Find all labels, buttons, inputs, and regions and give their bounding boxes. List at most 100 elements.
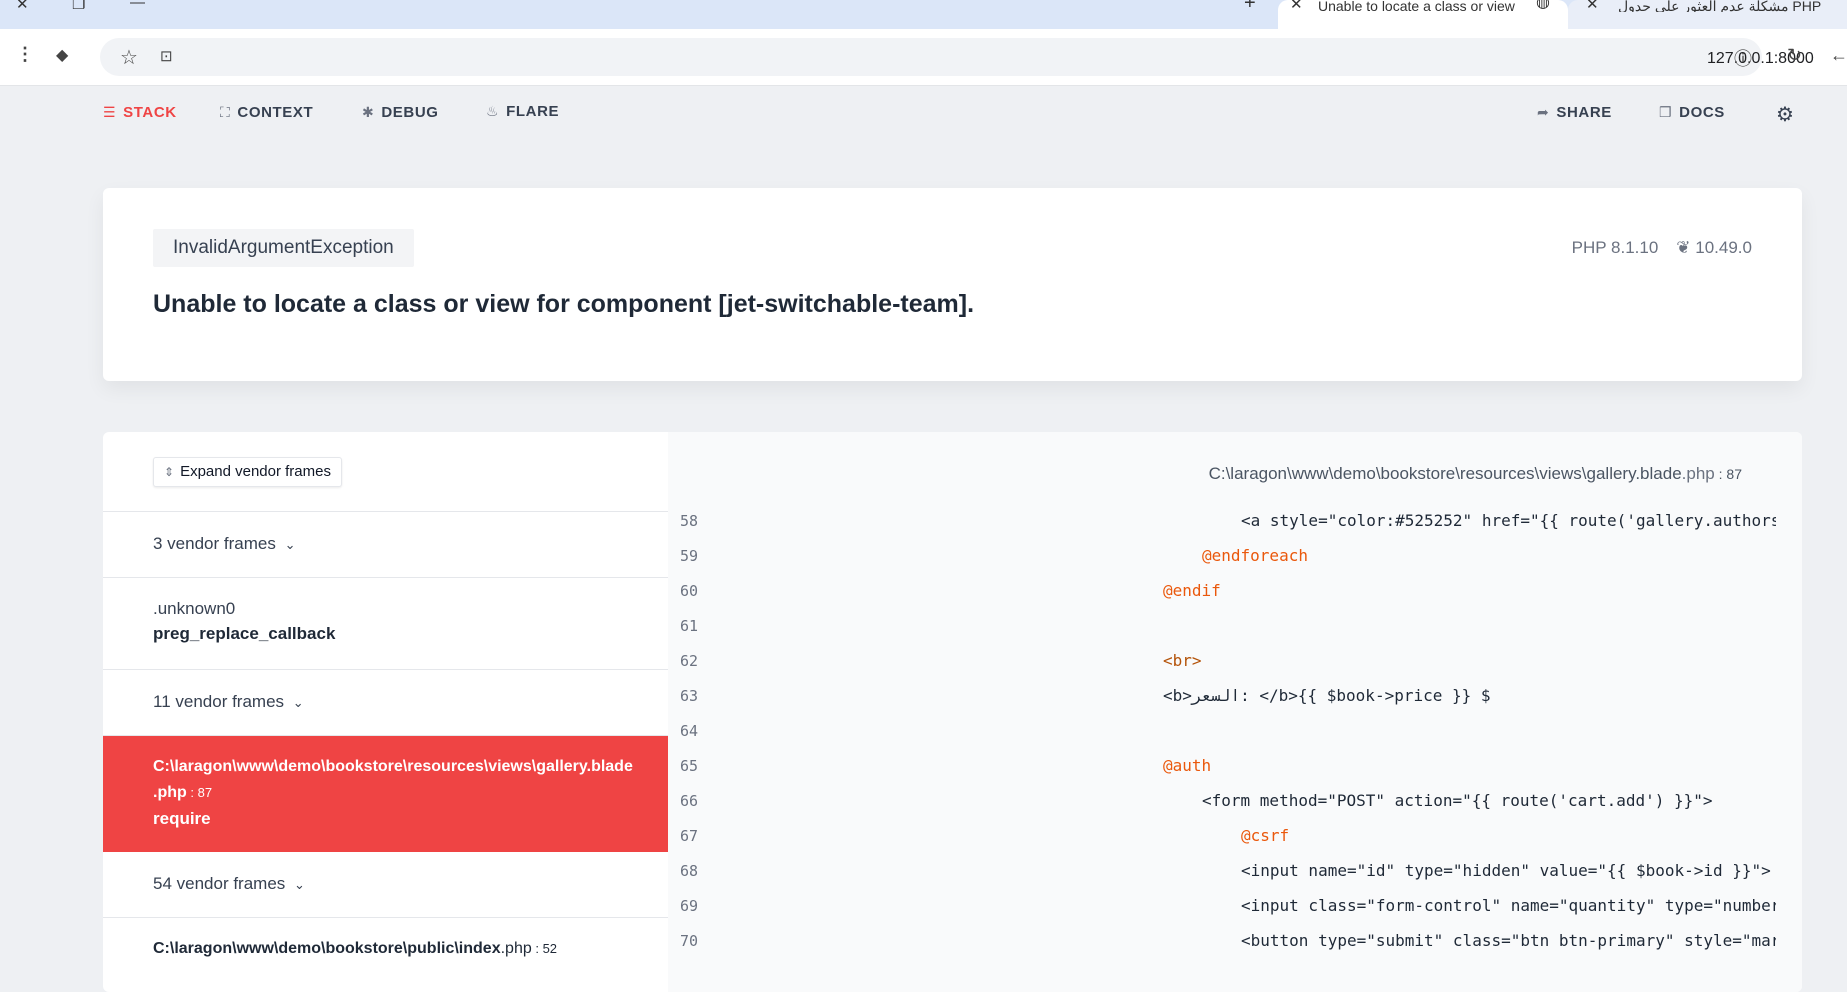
line-number: 64 (680, 722, 699, 740)
expand-vendor-frames-label: Expand vendor frames (180, 463, 331, 480)
exception-class: InvalidArgumentException (153, 229, 414, 267)
frame-file-ext: .php (500, 940, 532, 957)
tab-bar: ✕ ❐ — + ✕ Unable to locate a class or vi… (0, 0, 1847, 29)
nav-flare-label: FLARE (506, 103, 560, 120)
vendor-frames-count: 11 vendor frames (153, 692, 285, 711)
site-info-icon[interactable]: ⓘ (1734, 45, 1752, 71)
vendor-frames-label: 54 vendor frames ⌄ (153, 874, 305, 894)
share-icon: ➦ (1537, 104, 1550, 120)
line-number: 58 (680, 512, 699, 530)
version-info: PHP 8.1.10 ❦ 10.49.0 (1572, 238, 1752, 258)
stack-icon: ☰ (103, 104, 117, 120)
frame-class: .unknown0 (153, 599, 236, 618)
code-viewer: C:\laragon\www\demo\bookstore\resources\… (668, 432, 1802, 992)
back-arrow-icon[interactable]: ← (1830, 45, 1847, 66)
frame-line-number: 52 (542, 941, 558, 956)
bookmark-star-icon[interactable]: ☆ (120, 45, 138, 70)
docs-icon: ❒ (1659, 104, 1673, 120)
gear-icon: ⚙ (1776, 104, 1795, 126)
context-icon: ⛶ (220, 104, 231, 120)
nav-context[interactable]: ⛶ CONTEXT (220, 104, 313, 121)
tab-title: Unable to locate a class or view (1318, 0, 1515, 12)
nav-debug-label: DEBUG (381, 104, 439, 121)
line-number: 60 (680, 582, 699, 600)
code-text: <form method="POST" action="{{ route('ca… (1202, 791, 1713, 810)
globe-icon: ◍ (1536, 0, 1550, 11)
code-text: <input name="id" type="hidden" value="{{… (1241, 861, 1771, 880)
bug-icon: ✱ (362, 104, 375, 120)
code-text: <button type="submit" class="btn btn-pri… (1241, 931, 1776, 950)
line-number: 69 (680, 897, 699, 915)
laravel-version-wrap: ❦ 10.49.0 (1676, 238, 1752, 258)
new-tab-button[interactable]: + (1244, 0, 1256, 14)
vendor-frames-label: 11 vendor frames ⌄ (153, 692, 304, 712)
frame-file-ext-line: .php : 87 (153, 784, 212, 802)
frame-list-header: ⇕ Expand vendor frames (103, 432, 668, 512)
code-line: 68 <input name="id" type="hidden" value=… (668, 853, 1776, 888)
tab-title: مشكلة عدم العثور على جدول PHP (1618, 0, 1822, 12)
vendor-frames-group[interactable]: 11 vendor frames ⌄ (103, 670, 668, 736)
extension-icon[interactable]: ◆ (56, 45, 68, 65)
address-bar: ⋮ ◆ ☆ ⊡ 127.0.0.1:8000 ⓘ ↻ ← (0, 29, 1847, 86)
frame-line-sep: : (186, 785, 198, 800)
exception-card: InvalidArgumentException Unable to locat… (103, 188, 1802, 381)
omnibox[interactable]: ☆ ⊡ 127.0.0.1:8000 ⓘ (100, 38, 1814, 76)
translate-icon[interactable]: ⊡ (160, 47, 173, 65)
menu-dots-icon[interactable]: ⋮ (16, 44, 34, 65)
chevron-down-icon: ⌄ (292, 695, 304, 710)
exception-message: Unable to locate a class or view for com… (153, 290, 975, 318)
code-line: 62 <br> (668, 643, 1776, 678)
code-text: @endif (1163, 581, 1221, 600)
code-line: 60 @endif (668, 573, 1776, 608)
close-window-icon[interactable]: ✕ (16, 0, 29, 16)
code-line: 63 <b>السعر: </b>{{ $book->price }} $ (668, 678, 1776, 713)
vendor-frames-group[interactable]: 3 vendor frames ⌄ (103, 512, 668, 578)
stack-frame[interactable]: C:\laragon\www\demo\bookstore\public\ind… (103, 918, 668, 992)
close-tab-icon[interactable]: ✕ (1290, 0, 1303, 16)
nav-stack[interactable]: ☰ STACK (103, 104, 177, 121)
chevron-down-icon: ⌄ (294, 877, 305, 892)
nav-stack-label: STACK (123, 104, 177, 121)
code-line: 65 @auth (668, 748, 1776, 783)
php-version: PHP 8.1.10 (1571, 238, 1659, 257)
stack-frame-selected[interactable]: C:\laragon\www\demo\bookstore\resources\… (103, 736, 668, 852)
code-text: @endforeach (1202, 546, 1308, 565)
code-lines: 58 <a style="color:#525252" href="{{ rou… (668, 432, 1776, 992)
code-text: <input class="form-control" name="quanti… (1241, 896, 1776, 915)
code-line: 67 @csrf (668, 818, 1776, 853)
frame-file-ext: .php (153, 784, 187, 801)
code-line: 69 <input class="form-control" name="qua… (668, 888, 1776, 923)
nav-docs[interactable]: ❒ DOCS (1659, 104, 1725, 121)
tab-active[interactable]: ✕ Unable to locate a class or view ◍ (1278, 0, 1568, 29)
line-number: 62 (680, 652, 699, 670)
vendor-frames-label: 3 vendor frames ⌄ (153, 534, 295, 554)
restore-window-icon[interactable]: ❐ (72, 0, 85, 16)
code-text: <br> (1163, 651, 1202, 670)
frame-file-path-text: C:\laragon\www\demo\bookstore\public\ind… (153, 940, 501, 957)
code-line: 66 <form method="POST" action="{{ route(… (668, 783, 1776, 818)
vendor-frames-group[interactable]: 54 vendor frames ⌄ (103, 852, 668, 918)
settings-button[interactable]: ⚙ (1776, 102, 1795, 127)
code-line: 58 <a style="color:#525252" href="{{ rou… (668, 503, 1776, 538)
nav-flare[interactable]: ♨ FLARE (486, 103, 559, 120)
nav-share[interactable]: ➦ SHARE (1537, 104, 1612, 121)
stack-frame[interactable]: .unknown0 preg_replace_callback (103, 578, 668, 670)
nav-debug[interactable]: ✱ DEBUG (362, 104, 439, 121)
code-text: <b>السعر: </b>{{ $book->price }} $ (1163, 686, 1491, 705)
expand-icon: ⇕ (164, 465, 175, 479)
nav-share-label: SHARE (1556, 104, 1612, 121)
line-number: 70 (680, 932, 699, 950)
line-number: 68 (680, 862, 699, 880)
expand-vendor-frames-button[interactable]: ⇕ Expand vendor frames (153, 457, 342, 487)
frame-file-path: C:\laragon\www\demo\bookstore\public\ind… (153, 940, 557, 958)
minimize-window-icon[interactable]: — (130, 0, 145, 14)
tab-inactive[interactable]: ✕ مشكلة عدم العثور على جدول PHP (1568, 0, 1847, 29)
reload-icon[interactable]: ↻ (1787, 45, 1802, 66)
code-text: <a style="color:#525252" href="{{ route(… (1241, 511, 1776, 530)
nav-context-label: CONTEXT (237, 104, 314, 121)
code-line: 61 (668, 608, 1776, 643)
code-text: @auth (1163, 756, 1212, 775)
chevron-down-icon: ⌄ (284, 537, 296, 552)
laravel-icon: ❦ (1676, 238, 1691, 257)
close-tab-icon[interactable]: ✕ (1586, 0, 1599, 16)
